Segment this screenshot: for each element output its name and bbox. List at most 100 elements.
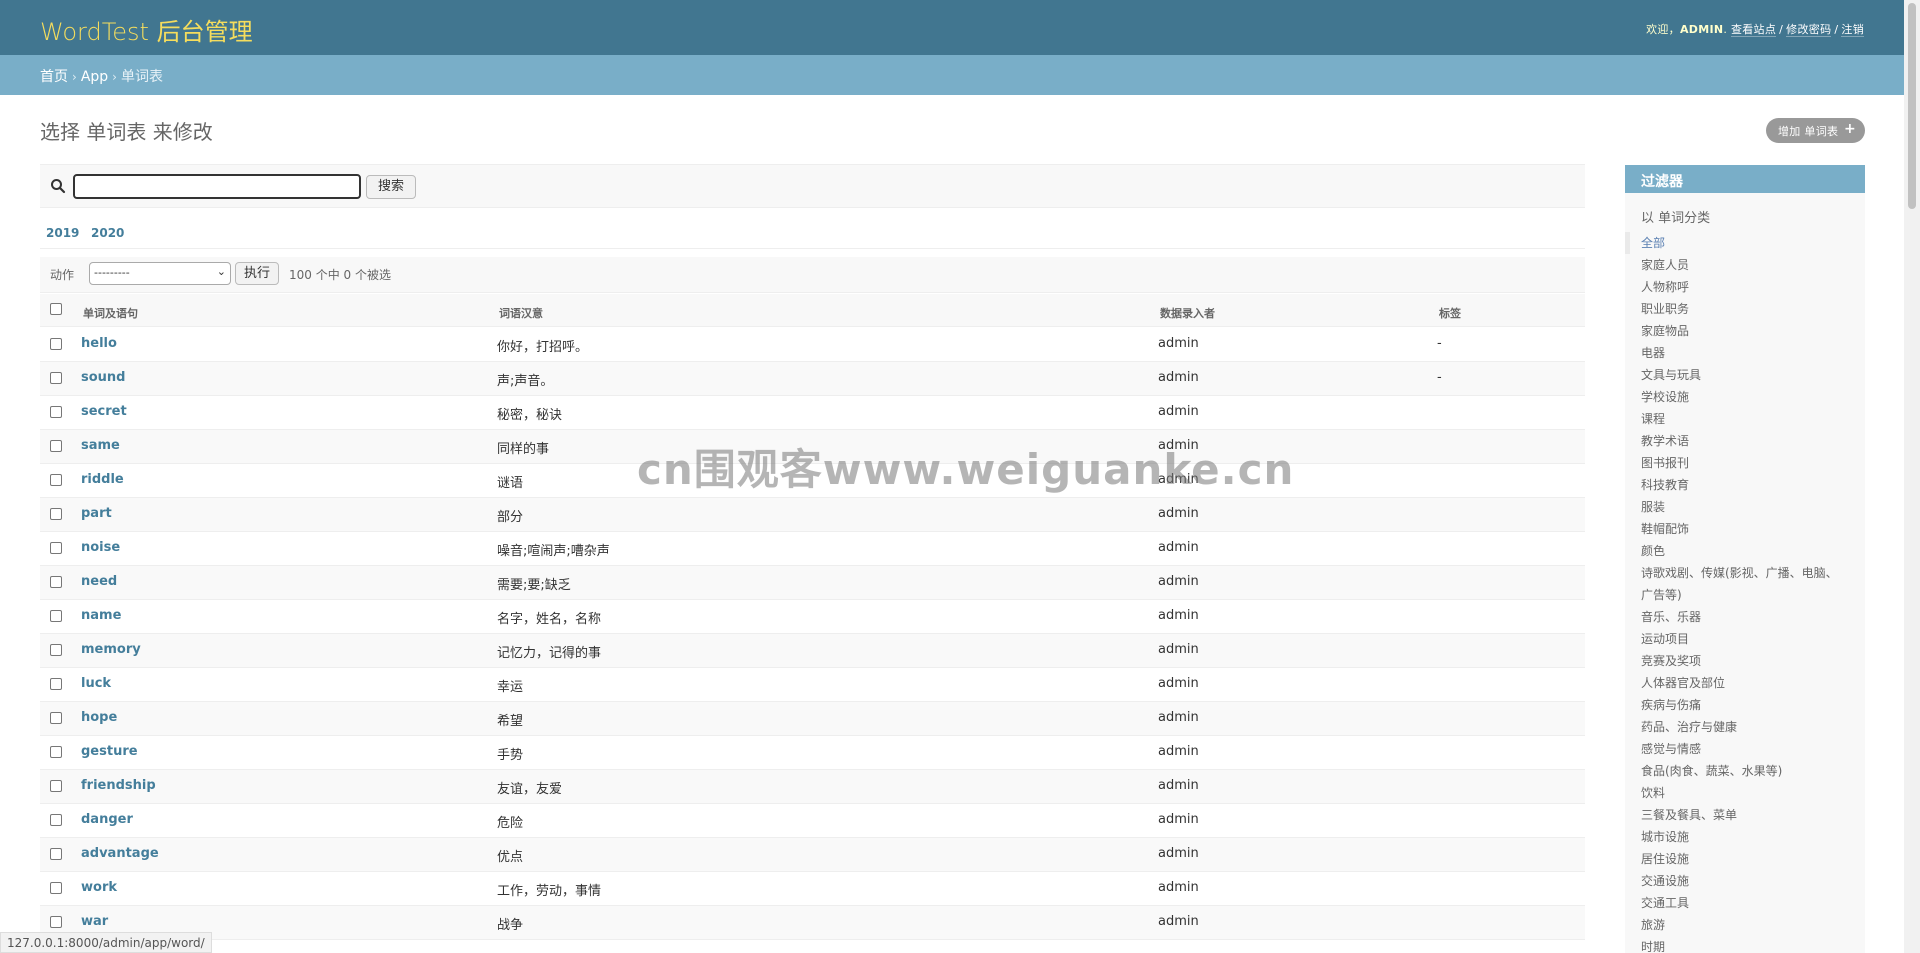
word-link[interactable]: memory <box>81 642 141 657</box>
breadcrumb-app[interactable]: App <box>81 69 108 85</box>
filter-item[interactable]: 时期 <box>1641 936 1849 953</box>
row-checkbox[interactable] <box>50 882 62 894</box>
column-header-tag[interactable]: 标签 <box>1439 305 1461 321</box>
word-link[interactable]: danger <box>81 812 133 827</box>
go-button[interactable]: 执行 <box>235 262 279 285</box>
filter-item[interactable]: 疾病与伤痛 <box>1641 694 1849 716</box>
word-link[interactable]: gesture <box>81 744 138 759</box>
filter-item[interactable]: 人物称呼 <box>1641 276 1849 298</box>
filter-item[interactable]: 交通工具 <box>1641 892 1849 914</box>
selection-counter: 100 个中 0 个被选 <box>289 268 391 282</box>
search-input[interactable] <box>73 174 361 199</box>
filter-item[interactable]: 诗歌戏剧、传媒(影视、广播、电脑、广告等) <box>1641 562 1849 606</box>
search-toolbar: 搜索 <box>40 164 1585 208</box>
filter-item[interactable]: 颜色 <box>1641 540 1849 562</box>
row-checkbox[interactable] <box>50 406 62 418</box>
row-checkbox[interactable] <box>50 542 62 554</box>
row-checkbox[interactable] <box>50 474 62 486</box>
column-header-meaning[interactable]: 词语汉意 <box>499 305 543 321</box>
row-checkbox[interactable] <box>50 916 62 928</box>
word-link[interactable]: name <box>81 608 121 623</box>
filter-item[interactable]: 感觉与情感 <box>1641 738 1849 760</box>
filter-item[interactable]: 居住设施 <box>1641 848 1849 870</box>
plus-icon: + <box>1843 121 1856 137</box>
word-link[interactable]: riddle <box>81 472 124 487</box>
breadcrumb-current: 单词表 <box>120 69 163 85</box>
row-checkbox[interactable] <box>50 576 62 588</box>
filter-item[interactable]: 图书报刊 <box>1641 452 1849 474</box>
row-checkbox[interactable] <box>50 372 62 384</box>
scrollbar-thumb[interactable] <box>1908 3 1916 209</box>
word-link[interactable]: luck <box>81 676 111 691</box>
word-link[interactable]: need <box>81 574 117 589</box>
change-password-link[interactable]: 修改密码 <box>1786 23 1832 37</box>
author-cell: admin <box>1158 506 1199 521</box>
row-checkbox[interactable] <box>50 712 62 724</box>
add-word-button[interactable]: 增加 单词表 + <box>1766 118 1865 143</box>
row-checkbox[interactable] <box>50 678 62 690</box>
filter-item[interactable]: 家庭人员 <box>1641 254 1849 276</box>
filter-item[interactable]: 音乐、乐器 <box>1641 606 1849 628</box>
action-select[interactable]: --------- ⌄ <box>89 262 231 285</box>
filter-item[interactable]: 课程 <box>1641 408 1849 430</box>
row-checkbox[interactable] <box>50 814 62 826</box>
row-checkbox[interactable] <box>50 508 62 520</box>
column-header-author[interactable]: 数据录入者 <box>1160 305 1215 321</box>
word-link[interactable]: work <box>81 880 117 895</box>
word-link[interactable]: same <box>81 438 120 453</box>
filter-item[interactable]: 文具与玩具 <box>1641 364 1849 386</box>
filter-item[interactable]: 饮料 <box>1641 782 1849 804</box>
filter-item[interactable]: 电器 <box>1641 342 1849 364</box>
word-link[interactable]: friendship <box>81 778 156 793</box>
breadcrumb-home[interactable]: 首页 <box>40 69 68 85</box>
actions-bar: 动作 --------- ⌄ 执行 100 个中 0 个被选 <box>40 257 1585 293</box>
word-link[interactable]: hello <box>81 336 117 351</box>
filter-item[interactable]: 家庭物品 <box>1641 320 1849 342</box>
page-scrollbar[interactable] <box>1904 0 1920 953</box>
site-brand[interactable]: WordTest 后台管理 <box>40 12 253 47</box>
filter-item[interactable]: 职业职务 <box>1641 298 1849 320</box>
word-link[interactable]: hope <box>81 710 117 725</box>
filter-item[interactable]: 鞋帽配饰 <box>1641 518 1849 540</box>
filter-item[interactable]: 人体器官及部位 <box>1641 672 1849 694</box>
column-header-word[interactable]: 单词及语句 <box>83 305 138 321</box>
filter-item[interactable]: 旅游 <box>1641 914 1849 936</box>
word-link[interactable]: part <box>81 506 112 521</box>
row-checkbox[interactable] <box>50 338 62 350</box>
filter-item[interactable]: 运动项目 <box>1641 628 1849 650</box>
row-checkbox[interactable] <box>50 780 62 792</box>
filter-item[interactable]: 学校设施 <box>1641 386 1849 408</box>
filter-item[interactable]: 三餐及餐具、菜单 <box>1641 804 1849 826</box>
logout-link[interactable]: 注销 <box>1841 23 1864 37</box>
filter-item[interactable]: 城市设施 <box>1641 826 1849 848</box>
meaning-cell: 优点 <box>497 850 524 865</box>
word-link[interactable]: noise <box>81 540 120 555</box>
filter-item[interactable]: 服装 <box>1641 496 1849 518</box>
filter-item[interactable]: 交通设施 <box>1641 870 1849 892</box>
filter-item[interactable]: 竞赛及奖项 <box>1641 650 1849 672</box>
word-link[interactable]: secret <box>81 404 127 419</box>
filter-item[interactable]: 全部 <box>1625 232 1849 254</box>
table-row: noise 噪音;喧闹声;嘈杂声 admin <box>40 532 1585 566</box>
filter-item[interactable]: 教学术语 <box>1641 430 1849 452</box>
row-checkbox[interactable] <box>50 848 62 860</box>
date-link-2019[interactable]: 2019 <box>46 226 79 240</box>
table-row: hello 你好，打招呼。 admin - <box>40 328 1585 362</box>
view-site-link[interactable]: 查看站点 <box>1730 23 1777 37</box>
filter-item[interactable]: 食品(肉食、蔬菜、水果等) <box>1641 760 1849 782</box>
table-row: secret 秘密，秘诀 admin <box>40 396 1585 430</box>
date-link-2020[interactable]: 2020 <box>91 226 124 240</box>
row-checkbox[interactable] <box>50 644 62 656</box>
filter-subtitle: 以 单词分类 <box>1641 211 1711 226</box>
row-checkbox[interactable] <box>50 610 62 622</box>
search-button[interactable]: 搜索 <box>366 175 416 199</box>
row-checkbox[interactable] <box>50 440 62 452</box>
select-all-checkbox[interactable] <box>50 303 62 315</box>
word-link[interactable]: sound <box>81 370 125 385</box>
word-link[interactable]: war <box>81 914 108 929</box>
filter-item[interactable]: 药品、治疗与健康 <box>1641 716 1849 738</box>
row-checkbox[interactable] <box>50 746 62 758</box>
word-link[interactable]: advantage <box>81 846 159 861</box>
date-hierarchy: 2019 2020 <box>40 226 1585 249</box>
filter-item[interactable]: 科技教育 <box>1641 474 1849 496</box>
